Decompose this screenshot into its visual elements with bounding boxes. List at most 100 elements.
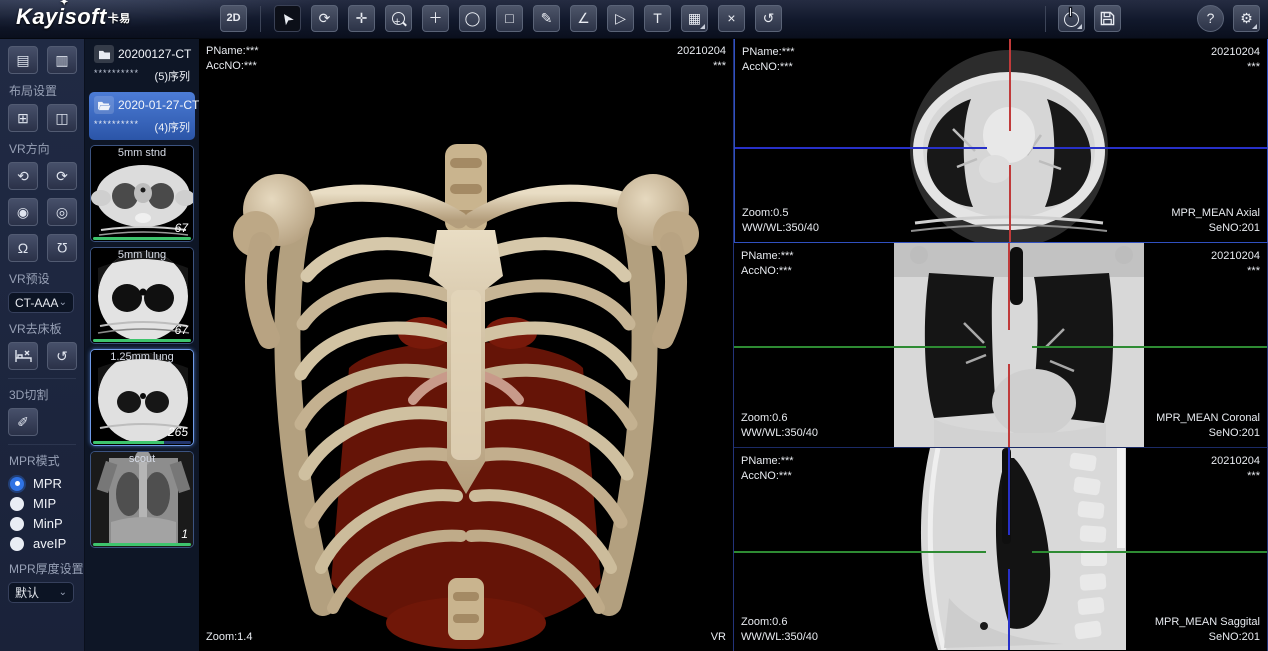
patient-name: PName:*** [206,44,259,59]
vr-rotate-right-button[interactable]: ⟳ [47,162,77,190]
vr-ribcage-rendering [199,38,733,651]
remove-bed-button[interactable] [8,342,38,370]
settings-button[interactable]: ⚙ [1233,5,1260,32]
axial-overlay-bottomright: MPR_MEAN Axial SeNO:201 [1171,206,1260,236]
crosshair-tool-button[interactable]: ＋ [422,5,449,32]
mpr-mode-radio-mpr[interactable]: MPR [10,474,84,493]
report-panel-toggle-button[interactable]: ▥ [47,46,77,74]
knife-icon: ✐ [17,414,29,430]
study-date: 20210204 [1211,249,1260,264]
arrow-annotation-tool-button[interactable]: ▷ [607,5,634,32]
sagittal-crosshair-vertical-blue[interactable] [1008,569,1010,650]
3d-cut-knife-button[interactable]: ✐ [8,408,38,436]
series-thumbnail-5mm-stnd[interactable]: 5mm stnd 67 [90,145,194,242]
text-annotation-tool-button[interactable]: T [644,5,671,32]
key-image-tool-button[interactable]: ▦ [681,5,708,32]
masked-value: *** [1211,264,1260,279]
grid-layout-icon: ⊞ [17,110,29,126]
mpr-mode-radio-aveip[interactable]: aveIP [10,534,84,553]
save-button[interactable] [1094,5,1121,32]
delete-annotation-button[interactable]: × [718,5,745,32]
zoom-factor: Zoom:1.4 [206,630,252,645]
key-image-icon: ▦ [688,6,701,31]
render-mode-label: VR [711,630,726,645]
coronal-crosshair-horizontal-green[interactable] [734,346,986,348]
series-thumbnail-5mm-lung[interactable]: 5mm lung 67 [90,247,194,344]
zoom-tool-button[interactable] [385,5,412,32]
divider [8,378,76,379]
series-panel: 20200127-CT ********** (5)序列 2020-01-27-… [84,38,199,651]
axial-crosshair-vertical-red[interactable] [1009,165,1011,242]
thumbnail-progress-bar [93,543,191,546]
close-icon: × [727,6,735,31]
mpr-thickness-label: MPR厚度设置 [9,560,84,577]
coronal-crosshair-horizontal-green[interactable] [1032,346,1268,348]
vr-preset-select[interactable]: CT-AAA ⌄ [8,292,74,313]
cursor-tool-button[interactable]: ➤ [274,5,301,32]
layout-grid-button[interactable]: ⊞ [8,104,38,132]
radio-icon [10,517,24,531]
radio-selected-icon [10,477,24,491]
coronal-crosshair-vertical-red[interactable] [1008,243,1010,330]
coronal-overlay-bottomleft: Zoom:0.6 WW/WL:350/40 [741,411,818,441]
vr-reset-button[interactable]: ↺ [47,342,77,370]
layout-right-panel-button[interactable]: ◫ [47,104,77,132]
sagittal-crosshair-horizontal-green[interactable] [1032,551,1268,553]
study-item-20200127[interactable]: 20200127-CT ********** (5)序列 [89,41,195,89]
measure-tool-button[interactable]: ✎ [533,5,560,32]
study-item-2020-01-27[interactable]: 2020-01-27-CT ********** (4)序列 [89,92,195,140]
axial-overlay-topright: 20210204 *** [1211,45,1260,75]
vr-anterior-button[interactable]: ◉ [8,198,38,226]
zoom-in-icon [392,12,405,25]
sagittal-crosshair-horizontal-green[interactable] [734,551,986,553]
vr-rotate-left-button[interactable]: ⟲ [8,162,38,190]
sagittal-crosshair-vertical-blue[interactable] [1008,448,1010,535]
study-series-count: (5)序列 [155,68,190,84]
toolbar-separator [1045,6,1046,32]
series-panel-toggle-button[interactable]: ▤ [8,46,38,74]
mpr-thickness-select[interactable]: 默认 ⌄ [8,582,74,603]
thumbnail-progress-bar [93,441,191,444]
plane-label: MPR_MEAN Axial [1171,206,1260,221]
mpr-mode-radio-minp[interactable]: MinP [10,514,84,533]
mpr-sagittal-viewport[interactable]: PName:*** AccNO:*** 20210204 *** Zoom:0.… [734,448,1268,651]
masked-value: *** [677,59,726,74]
axial-crosshair-vertical-red[interactable] [1009,39,1011,131]
layout-2d-button[interactable]: 2D [220,5,247,32]
help-button[interactable]: ? [1197,5,1224,32]
pan-tool-button[interactable]: ✛ [348,5,375,32]
mpr-mode-radio-mip[interactable]: MIP [10,494,84,513]
accession-number: AccNO:*** [742,60,795,75]
mpr-viewport-stack: PName:*** AccNO:*** 20210204 *** Zoom:0.… [733,38,1268,651]
rotate-3d-tool-button[interactable]: ⟳ [311,5,338,32]
logo-star-icon: ✦ [60,0,69,8]
vr-viewport[interactable]: PName:*** AccNO:*** 20210204 *** Zoom:1.… [199,38,733,651]
rotate-head-right-icon: ⟳ [56,168,68,184]
study-date: 20210204 [1211,45,1260,60]
series-thumbnail-1-25mm-lung[interactable]: 1.25mm lung 265 [90,349,194,446]
vr-feet-view-button[interactable]: Ω [47,234,77,262]
sagittal-overlay-bottomright: MPR_MEAN Saggital SeNO:201 [1155,615,1260,645]
vr-overlay-topleft: PName:*** AccNO:*** [206,44,259,74]
ellipse-roi-tool-button[interactable]: ◯ [459,5,486,32]
series-number: SeNO:201 [1156,426,1260,441]
main-tool-group: 2D ➤ ⟳ ✛ ＋ ◯ □ ✎ ∠ ▷ T ▦ × ↺ [220,5,782,32]
power-button[interactable] [1058,5,1085,32]
rect-roi-tool-button[interactable]: □ [496,5,523,32]
axial-crosshair-horizontal-blue[interactable] [1033,147,1268,149]
mpr-axial-viewport[interactable]: PName:*** AccNO:*** 20210204 *** Zoom:0.… [734,38,1268,243]
vr-bed-removal-label: VR去床板 [9,320,84,337]
series-thumbnail-scout[interactable]: scout 1 [90,451,194,548]
mpr-coronal-viewport[interactable]: PName:*** AccNO:*** 20210204 *** Zoom:0.… [734,243,1268,448]
right-tool-group [1042,5,1121,32]
accession-number: AccNO:*** [741,264,794,279]
power-icon [1064,12,1079,27]
vr-posterior-button[interactable]: ◎ [47,198,77,226]
vr-head-view-button[interactable]: Ω [8,234,38,262]
axial-crosshair-horizontal-blue[interactable] [735,147,987,149]
angle-tool-button[interactable]: ∠ [570,5,597,32]
vr-overlay-topright: 20210204 *** [677,44,726,74]
reset-view-button[interactable]: ↺ [755,5,782,32]
axial-overlay-bottomleft: Zoom:0.5 WW/WL:350/40 [742,206,819,236]
coronal-crosshair-vertical-red[interactable] [1008,364,1010,447]
